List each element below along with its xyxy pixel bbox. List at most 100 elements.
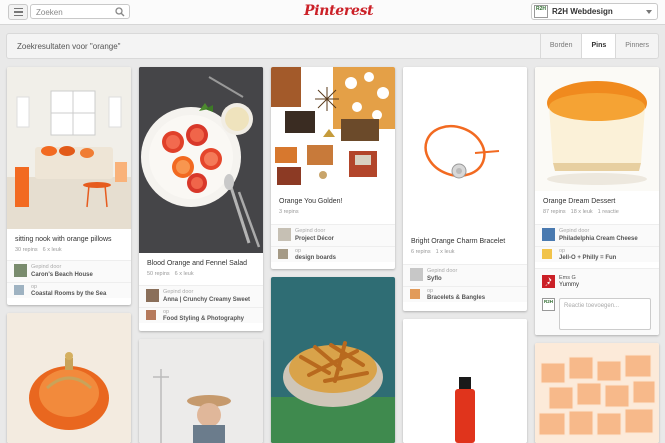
- pin-card[interactable]: [271, 277, 395, 443]
- pinterest-logo[interactable]: Pinterest: [304, 3, 374, 19]
- repin-count: 87 repins: [543, 209, 566, 215]
- search-input[interactable]: Zoeken: [30, 4, 130, 19]
- board-name[interactable]: Coastal Rooms by the Sea: [31, 291, 106, 297]
- pin-stats: 30 repins 6 x leuk: [15, 247, 67, 253]
- pin-card[interactable]: [403, 319, 527, 443]
- board-link[interactable]: op Jell-O + Philly = Fun: [535, 246, 659, 262]
- pin-image[interactable]: [535, 343, 659, 443]
- pinned-by[interactable]: Gepind door Syflo: [403, 264, 527, 286]
- repin-count: 50 repins: [147, 271, 170, 277]
- board-thumb: [410, 289, 420, 299]
- pinner-name[interactable]: Project Décor: [295, 236, 334, 242]
- pinned-by-label: Gepind door: [163, 289, 194, 295]
- tab-pins[interactable]: Pins: [581, 34, 616, 58]
- board-link[interactable]: op Food Styling & Photography: [139, 307, 263, 323]
- repin-count: 6 repins: [411, 249, 431, 255]
- pin-card[interactable]: Blood Orange and Fennel Salad 50 repins 6…: [139, 67, 263, 331]
- pin-stats: 87 repins 18 x leuk 1 reactie: [543, 209, 624, 215]
- results-header: Zoekresultaten voor "orange" Borden Pins…: [6, 33, 659, 59]
- pin-card[interactable]: Bright Orange Charm Bracelet 6 repins 1 x…: [403, 67, 527, 311]
- board-name[interactable]: Food Styling & Photography: [163, 316, 244, 322]
- account-name: R2H Webdesign: [552, 7, 613, 16]
- pin-card[interactable]: Orange Dream Dessert 87 repins 18 x leuk 1…: [535, 67, 659, 335]
- pin-card[interactable]: [7, 313, 131, 443]
- pin-card[interactable]: [139, 339, 263, 443]
- search-placeholder: Zoeken: [36, 8, 63, 17]
- pinner-name[interactable]: Anna | Crunchy Creamy Sweet: [163, 297, 250, 303]
- pinned-by[interactable]: Gepind door Caron's Beach House: [7, 260, 131, 282]
- board-thumb: [146, 310, 156, 320]
- onto-label: op: [295, 248, 302, 254]
- account-avatar: R2H: [534, 5, 548, 18]
- commenter-avatar: [542, 275, 555, 288]
- pin-card[interactable]: sitting nook with orange pillows 30 repi…: [7, 67, 131, 305]
- pinned-by-label: Gepind door: [31, 264, 62, 270]
- board-name[interactable]: Jell-O + Philly = Fun: [559, 255, 616, 261]
- commenter-name[interactable]: Ems G: [559, 275, 576, 281]
- board-thumb: [14, 285, 24, 295]
- chevron-down-icon: [646, 10, 652, 14]
- board-link[interactable]: op Coastal Rooms by the Sea: [7, 282, 131, 298]
- pin-image[interactable]: [535, 67, 659, 191]
- pinner-avatar: [410, 268, 423, 281]
- pinned-by[interactable]: Gepind door Project Décor: [271, 224, 395, 246]
- pinner-avatar: [542, 228, 555, 241]
- pin-card[interactable]: [535, 343, 659, 443]
- pinner-avatar: [278, 228, 291, 241]
- board-name[interactable]: design boards: [295, 255, 336, 261]
- pinner-name[interactable]: Philadelphia Cream Cheese: [559, 236, 638, 242]
- pin-card[interactable]: Orange You Golden! 3 repins Gepind door …: [271, 67, 395, 269]
- like-count: 18 x leuk: [570, 209, 593, 215]
- pinner-name[interactable]: Caron's Beach House: [31, 272, 93, 278]
- repin-count: 30 repins: [15, 247, 38, 253]
- results-title: Zoekresultaten voor "orange": [17, 42, 121, 51]
- pin-image[interactable]: [7, 67, 131, 229]
- pinned-by-label: Gepind door: [295, 228, 326, 234]
- board-name[interactable]: Bracelets & Bangles: [427, 295, 485, 301]
- pin-image[interactable]: [403, 67, 527, 231]
- pin-image[interactable]: [139, 67, 263, 253]
- pin-description: Orange You Golden!: [279, 198, 343, 205]
- pinner-avatar: [14, 264, 27, 277]
- pin-image[interactable]: [7, 313, 131, 443]
- pin-stats: 50 repins 6 x leuk: [147, 271, 199, 277]
- board-thumb: [542, 249, 552, 259]
- board-link[interactable]: op Bracelets & Bangles: [403, 286, 527, 302]
- pin-image[interactable]: [271, 277, 395, 443]
- tab-pinners[interactable]: Pinners: [615, 34, 658, 58]
- tab-borden[interactable]: Borden: [539, 34, 582, 58]
- search-icon[interactable]: [115, 7, 125, 17]
- board-link[interactable]: op design boards: [271, 246, 395, 262]
- pinner-name[interactable]: Syflo: [427, 276, 442, 282]
- pin-description: Orange Dream Dessert: [543, 198, 616, 205]
- pin-description: Bright Orange Charm Bracelet: [411, 238, 506, 245]
- pinned-by[interactable]: Gepind door Philadelphia Cream Cheese: [535, 224, 659, 246]
- comment-count: 1 reactie: [597, 209, 619, 215]
- pin-description: Blood Orange and Fennel Salad: [147, 260, 248, 267]
- pin-stats: 3 repins: [279, 209, 304, 215]
- pinner-avatar: [146, 289, 159, 302]
- pin-image[interactable]: [403, 319, 527, 443]
- account-menu[interactable]: R2H R2H Webdesign: [531, 3, 658, 20]
- onto-label: op: [427, 288, 434, 294]
- comment-input[interactable]: Reactie toevoegen...: [559, 298, 651, 330]
- pin-description: sitting nook with orange pillows: [15, 236, 112, 243]
- menu-button[interactable]: [8, 4, 28, 20]
- onto-label: op: [163, 309, 170, 315]
- pin-image[interactable]: [139, 339, 263, 443]
- my-avatar: R2H: [542, 298, 555, 311]
- like-count: 1 x leuk: [435, 249, 455, 255]
- comment-placeholder: Reactie toevoegen...: [564, 303, 620, 309]
- pinned-by-label: Gepind door: [427, 268, 458, 274]
- like-count: 6 x leuk: [42, 247, 62, 253]
- comment-text: Yummy: [559, 282, 580, 288]
- pinned-by-label: Gepind door: [559, 228, 590, 234]
- like-count: 6 x leuk: [174, 271, 194, 277]
- comment-section: Ems G Yummy R2H Reactie toevoegen...: [535, 268, 659, 335]
- pin-icon: [545, 277, 552, 286]
- pin-stats: 6 repins 1 x leuk: [411, 249, 460, 255]
- pinned-by[interactable]: Gepind door Anna | Crunchy Creamy Sweet: [139, 285, 263, 307]
- pin-image[interactable]: [271, 67, 395, 191]
- board-thumb: [278, 249, 288, 259]
- repin-count: 3 repins: [279, 209, 299, 215]
